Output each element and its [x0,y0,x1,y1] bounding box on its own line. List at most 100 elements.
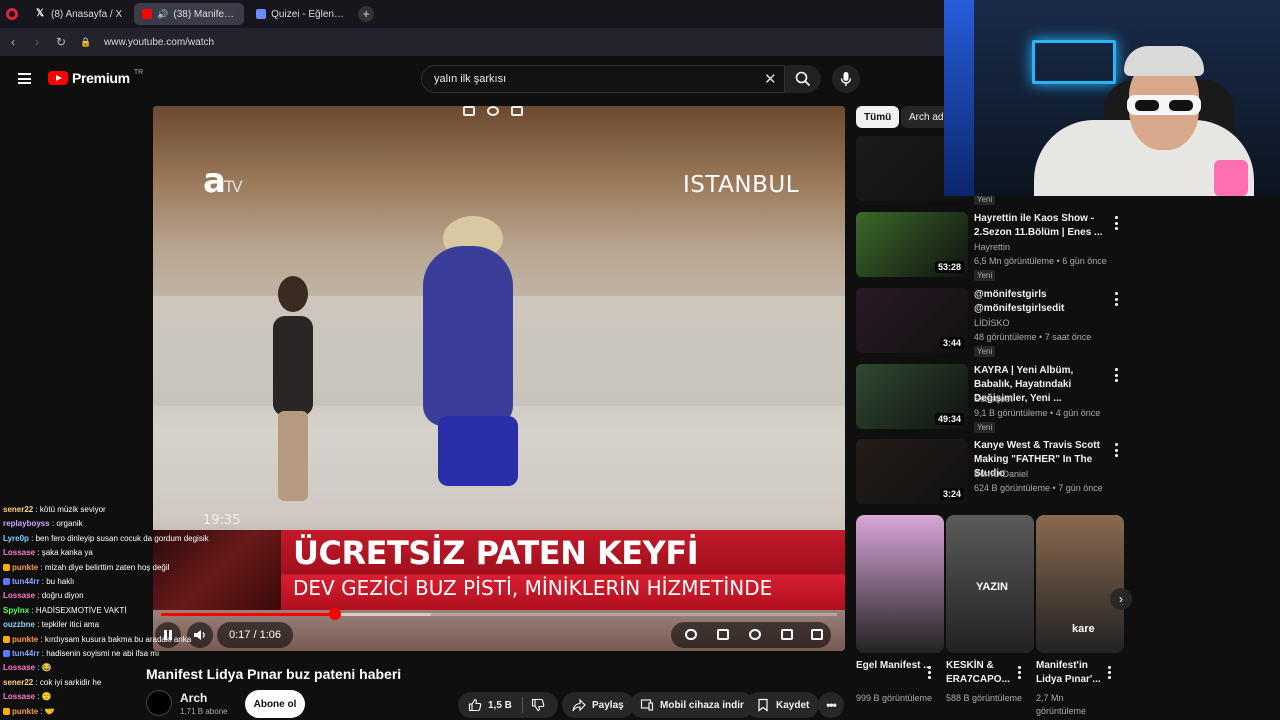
miniplayer-icon[interactable] [463,106,475,116]
video-meta: 9,1 B görüntüleme • 4 gün önce [974,408,1101,418]
search-input[interactable]: yalın ilk şarkısı [421,65,785,93]
channel-name[interactable]: Hayrettin [974,242,1010,252]
recommended-video[interactable]: 49:34 KAYRA | Yeni Albüm, Babalık, Hayatı… [856,364,1126,434]
chat-text: kötü müzik seviyor [39,505,106,514]
forward-icon[interactable]: › [32,35,42,49]
chat-text: cok iyi sarkidir he [39,677,102,687]
chat-text: doğru diyon [41,591,84,601]
hamburger-menu-icon[interactable] [18,73,31,84]
video-thumbnail[interactable]: 3:44 [856,288,968,353]
autoplay-toggle-icon[interactable] [685,629,697,640]
short-views: 2,7 Mn görüntüleme [1036,693,1087,716]
chat-username: Lossase [3,692,36,702]
more-options-icon[interactable] [1114,443,1118,457]
chip-all[interactable]: Tümü [856,106,900,128]
streamer-cap [1124,46,1204,76]
short-title[interactable]: KESKİN & ERA7CAPO... [946,659,1024,687]
short-thumbnail[interactable]: kare [1036,515,1124,653]
more-options-icon[interactable] [1114,292,1118,306]
new-badge: Yeni [974,422,996,433]
channel-name[interactable]: BurnOfDaniel [974,469,1028,479]
next-video-icon[interactable] [511,106,523,116]
logo-country: TR [133,68,144,76]
download-button[interactable]: Mobil cihaza indir [630,692,754,718]
chat-message: Lyre0p : ben fero dinleyip susan cocuk d… [3,533,209,543]
video-thumbnail[interactable]: 3:24 [856,439,968,504]
sunglasses [1127,95,1201,115]
settings-gear-icon[interactable] [749,629,761,640]
new-badge: Yeni [974,346,996,357]
save-button[interactable]: Kaydet [746,692,820,718]
banner-subheadline: DEV GEZİCİ BUZ PİSTİ, MİNİKLERİN HİZMETİ… [293,576,773,600]
video-thumbnail[interactable]: 49:34 [856,364,968,429]
share-button[interactable]: Paylaş [562,692,634,718]
short-title[interactable]: Manifest'in Lidya Pınar'... [1036,659,1114,687]
short-thumbnail[interactable] [856,515,944,653]
recommended-video[interactable]: 3:24 Kanye West & Travis Scott Making "FA… [856,439,1126,509]
new-tab-button[interactable]: + [358,6,375,22]
more-options-icon[interactable] [1114,216,1118,230]
tab-x-home[interactable]: 𝕏 (8) Anasayfa / X [28,3,130,25]
tab-youtube-video[interactable]: 🔊 (38) Manifest Lidya P [134,3,245,25]
speaker-icon[interactable]: 🔊 [157,9,168,20]
video-player[interactable]: aTV ISTANBUL 19:35 ÜCRETSİZ PATEN KEYFİ … [153,106,845,651]
voice-search-button[interactable] [832,65,860,93]
more-actions-button[interactable]: ••• [818,692,844,718]
player-top-icons [463,106,523,116]
search-button[interactable] [785,65,821,93]
recommended-video[interactable]: 53:28 Hayrettin ile Kaos Show - 2.Sezon 1… [856,212,1126,282]
back-icon[interactable]: ‹ [8,35,18,49]
pink-cup [1214,160,1248,196]
progress-bar[interactable] [161,608,837,620]
chat-username: Lossase [3,548,36,558]
more-options-icon[interactable] [1114,368,1118,382]
effects-icon[interactable] [487,106,499,116]
video-thumbnail[interactable]: 53:28 [856,212,968,277]
short-more-options-icon[interactable] [1108,666,1111,679]
chat-username: punkte [12,634,39,644]
short-views: 588 B görüntüleme [946,693,1023,703]
user-badge-icon [3,563,10,571]
subscribe-button[interactable]: Abone ol [245,690,305,718]
theater-mode-icon[interactable] [781,629,793,640]
chat-username: punkte [12,706,39,716]
like-button[interactable]: 1,5 B [458,692,558,718]
subtitles-icon[interactable] [717,629,729,640]
child-skater [258,276,328,506]
video-title[interactable]: Hayrettin ile Kaos Show - 2.Sezon 11.Böl… [974,212,1109,240]
short-more-options-icon[interactable] [928,666,931,679]
chat-username: Lossase [3,591,36,601]
clear-search-icon[interactable]: ✕ [764,70,777,88]
url-field[interactable]: www.youtube.com/watch [104,37,214,48]
broadcast-time: 19:35 [203,513,241,528]
short-more-options-icon[interactable] [1018,666,1021,679]
chat-username: replayboyss [3,519,50,529]
youtube-premium-logo[interactable]: Premium TR [48,68,144,86]
video-duration: 3:44 [939,337,964,349]
tab-quizei[interactable]: Quizei - Eğlenceli ve etkile [248,3,354,25]
shorts-next-button[interactable]: › [1110,588,1132,610]
search-icon [795,71,811,87]
chat-message: tun44rr : hadisenin soyismi ne abi ifsa … [3,647,203,661]
chat-text: organik [56,519,83,529]
video-title[interactable]: @mönifestgirls @mönifestgirlsedit [974,288,1109,316]
channel-name[interactable]: LİDİSKO [974,318,1010,328]
x-icon: 𝕏 [36,8,45,19]
tab-label: (8) Anasayfa / X [51,8,123,20]
chat-text: 🙂 [41,692,52,702]
user-badge-icon [3,650,10,658]
reload-icon[interactable]: ↻ [56,35,66,49]
channel-name[interactable]: Substreet [974,394,1013,404]
opera-logo-icon[interactable] [6,8,18,20]
thumbs-down-icon[interactable] [531,698,545,712]
video-meta: 48 görüntüleme • 7 saat önce [974,332,1092,342]
fullscreen-icon[interactable] [811,629,823,640]
chat-text: kırdıysam kusura bakma bu aradaki anka [44,634,192,644]
chat-text: hadisenin soyismi ne abi ifsa mı [46,649,160,659]
device-icon [640,699,654,711]
recommended-video[interactable]: 3:44 @mönifestgirls @mönifestgirlsedit LİD… [856,288,1126,358]
youtube-play-icon [48,71,68,85]
short-title[interactable]: Egel Manifest ... [856,659,934,673]
short-thumbnail[interactable]: YAZIN [946,515,1034,653]
chat-username: tun44rr [12,649,40,659]
